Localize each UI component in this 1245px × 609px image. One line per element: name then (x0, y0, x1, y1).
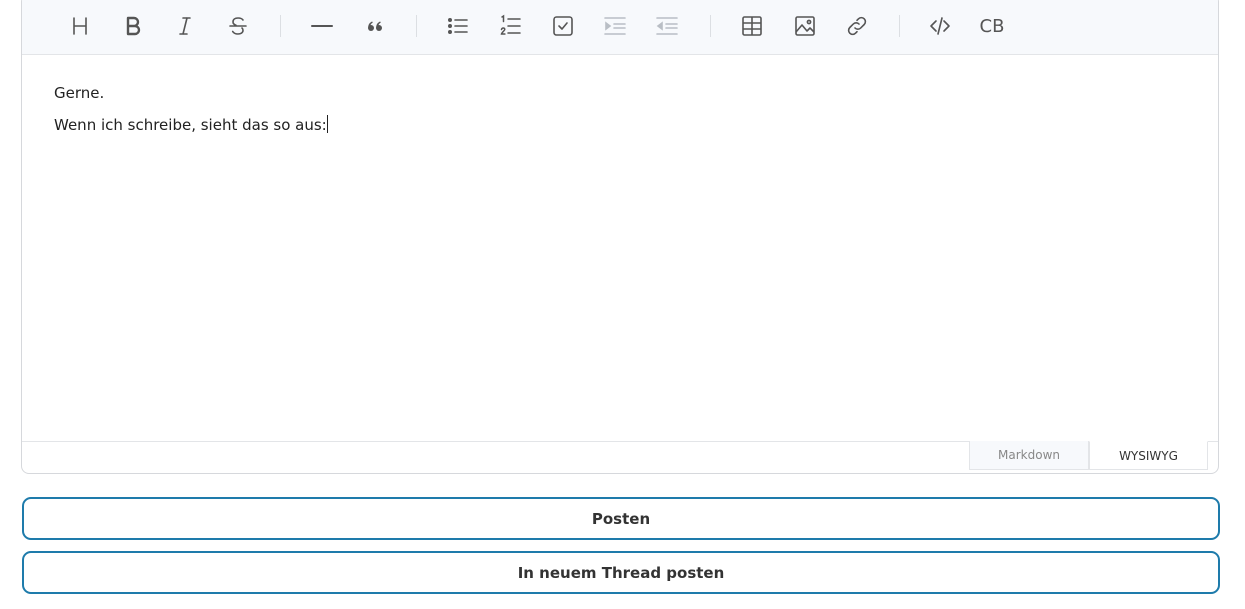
task-list-button[interactable] (548, 11, 578, 41)
outdent-icon (656, 17, 678, 35)
toolbar-separator (899, 15, 900, 37)
heading-button[interactable] (65, 11, 95, 41)
indent-icon (604, 17, 626, 35)
codeblock-icon: CB (979, 15, 1005, 37)
bold-icon (126, 16, 141, 36)
table-icon (742, 16, 762, 36)
strikethrough-icon (229, 17, 247, 35)
editor-toolbar: CB (22, 0, 1218, 55)
codeblock-button[interactable]: CB (977, 11, 1007, 41)
post-new-thread-button[interactable]: In neuem Thread posten (22, 551, 1220, 594)
text-caret (326, 115, 328, 133)
editor-content[interactable]: Gerne. Wenn ich schreibe, sieht das so a… (54, 77, 1198, 141)
bullet-list-button[interactable] (443, 11, 473, 41)
italic-button[interactable] (170, 11, 200, 41)
content-line: Wenn ich schreibe, sieht das so aus: (54, 109, 1198, 141)
link-button[interactable] (842, 11, 872, 41)
toolbar-separator (280, 15, 281, 37)
horizontal-rule-icon (311, 25, 333, 27)
outdent-button[interactable] (652, 11, 682, 41)
ordered-list-icon (500, 14, 521, 35)
image-button[interactable] (790, 11, 820, 41)
quote-button[interactable] (360, 11, 390, 41)
link-icon (847, 16, 867, 36)
toolbar-separator (710, 15, 711, 37)
content-line: Gerne. (54, 84, 105, 102)
editor-mode-bar: Markdown WYSIWYG (22, 441, 1218, 473)
bullet-list-icon (447, 18, 468, 34)
ordered-list-button[interactable] (496, 11, 526, 41)
code-icon (930, 17, 950, 35)
content-line-text: Wenn ich schreibe, sieht das so aus: (54, 116, 327, 134)
strikethrough-button[interactable] (223, 11, 253, 41)
bold-button[interactable] (118, 11, 148, 41)
quote-icon (368, 21, 382, 31)
markdown-tab[interactable]: Markdown (969, 441, 1089, 470)
post-button[interactable]: Posten (22, 497, 1220, 540)
wysiwyg-tab[interactable]: WYSIWYG (1089, 441, 1208, 470)
indent-button[interactable] (600, 11, 630, 41)
italic-icon (179, 17, 191, 35)
toolbar-separator (416, 15, 417, 37)
table-button[interactable] (737, 11, 767, 41)
task-list-icon (553, 16, 573, 36)
code-button[interactable] (925, 11, 955, 41)
heading-icon (73, 17, 87, 35)
markdown-editor: CB Gerne. Wenn ich schreibe, sieht das s… (21, 0, 1219, 474)
image-icon (795, 16, 815, 36)
horizontal-rule-button[interactable] (307, 11, 337, 41)
